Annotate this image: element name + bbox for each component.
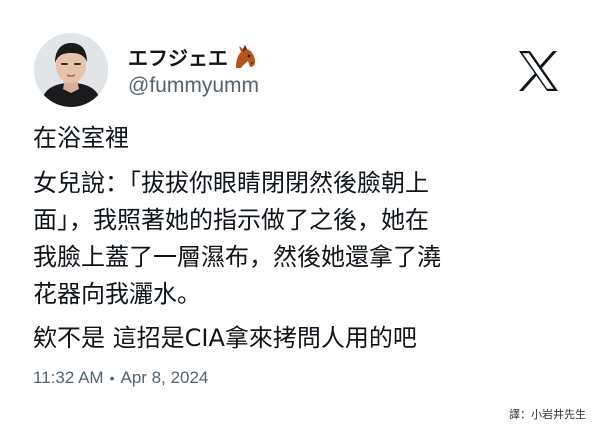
author-handle[interactable]: @fummyumm: [128, 74, 259, 98]
tweet-date[interactable]: Apr 8, 2024: [120, 368, 208, 388]
x-logo-icon[interactable]: [515, 48, 561, 94]
tweet-time[interactable]: 11:32 AM: [33, 368, 104, 388]
author-display-name[interactable]: エフジェエ: [128, 42, 228, 71]
tweet-paragraph: 女兒說：「拔拔你眼睛閉閉然後臉朝上 面」，我照著她的指示做了之後，她在 我臉上蓋…: [33, 169, 441, 308]
tweet-text: 在浴室裡 女兒說：「拔拔你眼睛閉閉然後臉朝上 面」，我照著她的指示做了之後，她在…: [33, 120, 573, 357]
translator-credit: 譯：小岩井先生: [509, 408, 586, 421]
separator-dot: •: [109, 370, 115, 386]
horse-icon: [232, 43, 258, 69]
author-name[interactable]: エフジェエ: [128, 42, 258, 70]
avatar[interactable]: [34, 33, 108, 107]
tweet-paragraph: 欸不是 這招是CIA拿來拷問人用的吧: [33, 324, 417, 352]
tweet-paragraph: 在浴室裡: [33, 124, 129, 152]
tweet-timestamp[interactable]: 11:32 AM • Apr 8, 2024: [33, 368, 208, 388]
avatar-image: [34, 33, 108, 107]
